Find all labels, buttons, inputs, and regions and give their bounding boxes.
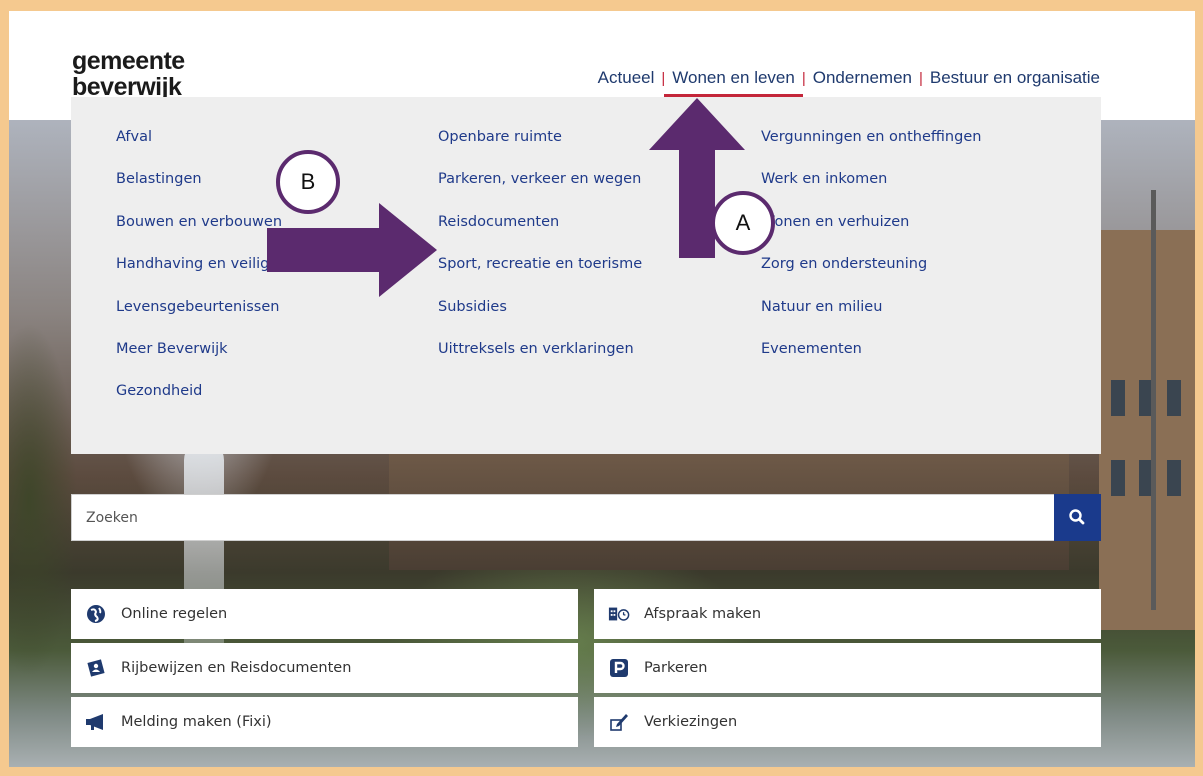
menu-link-parkeren-verkeer-en-wegen[interactable]: Parkeren, verkeer en wegen [438,169,642,211]
hero-lamp-pole [1151,190,1156,610]
menu-link-sport-recreatie-en-toerisme[interactable]: Sport, recreatie en toerisme [438,254,642,296]
id-card-icon [85,657,107,679]
quicklink-label: Afspraak maken [644,606,762,622]
menu-link-gezondheid[interactable]: Gezondheid [116,381,301,423]
nav-separator: | [918,69,923,87]
menu-link-zorg-en-ondersteuning[interactable]: Zorg en ondersteuning [761,254,981,296]
nav-item-bestuur-en-organisatie[interactable]: Bestuur en organisatie [930,68,1100,88]
nav-separator: | [661,69,666,87]
quicklink-afspraak-maken[interactable]: Afspraak maken [594,589,1101,639]
building-window [1111,380,1125,416]
search-bar [71,494,1101,541]
menu-link-natuur-en-milieu[interactable]: Natuur en milieu [761,297,981,339]
quicklink-online-regelen[interactable]: Online regelen [71,589,578,639]
parking-icon [608,657,630,679]
quicklink-parkeren[interactable]: Parkeren [594,643,1101,693]
quicklink-rijbewijzen-en-reisdocumenten[interactable]: Rijbewijzen en Reisdocumenten [71,643,578,693]
nav-separator: | [801,69,806,87]
menu-column-2: Openbare ruimte Parkeren, verkeer en weg… [438,127,642,381]
megaphone-icon [85,711,107,733]
annotation-label-b: B [276,150,340,214]
hero-tree [9,300,79,720]
screenshot-frame: gemeente beverwijk Actueel | Wonen en le… [0,0,1203,776]
quicklink-label: Rijbewijzen en Reisdocumenten [121,660,352,676]
menu-link-werk-en-inkomen[interactable]: Werk en inkomen [761,169,981,211]
menu-link-meer-beverwijk[interactable]: Meer Beverwijk [116,339,301,381]
menu-link-evenementen[interactable]: Evenementen [761,339,981,381]
nav-item-ondernemen[interactable]: Ondernemen [813,68,912,88]
menu-link-subsidies[interactable]: Subsidies [438,297,642,339]
quicklink-label: Melding maken (Fixi) [121,714,272,730]
menu-link-uittreksels-en-verklaringen[interactable]: Uittreksels en verklaringen [438,339,642,381]
building-window [1167,380,1181,416]
logo-line-1: gemeente [72,47,185,75]
search-button[interactable] [1054,494,1101,541]
quicklink-label: Online regelen [121,606,228,622]
annotation-label-a: A [711,191,775,255]
annotation-arrow-b [267,203,437,297]
menu-link-levensgebeurtenissen[interactable]: Levensgebeurtenissen [116,297,301,339]
ballot-pen-icon [608,711,630,733]
nav-item-wonen-en-leven[interactable]: Wonen en leven [664,68,803,97]
menu-link-vergunningen-en-ontheffingen[interactable]: Vergunningen en ontheffingen [761,127,981,169]
calendar-clock-icon [608,603,630,625]
menu-link-afval[interactable]: Afval [116,127,301,169]
mega-menu: Afval Belastingen Bouwen en verbouwen Ha… [71,97,1101,454]
menu-link-openbare-ruimte[interactable]: Openbare ruimte [438,127,642,169]
quicklink-verkiezingen[interactable]: Verkiezingen [594,697,1101,747]
nav-item-actueel[interactable]: Actueel [598,68,655,88]
menu-link-reisdocumenten[interactable]: Reisdocumenten [438,212,642,254]
site-logo[interactable]: gemeente beverwijk [72,48,185,100]
quicklink-melding-maken-fixi[interactable]: Melding maken (Fixi) [71,697,578,747]
main-navigation: Actueel | Wonen en leven | Ondernemen | … [598,68,1100,97]
hero-building-right [1099,230,1195,630]
quicklink-label: Verkiezingen [644,714,738,730]
building-window [1167,460,1181,496]
menu-link-wonen-en-verhuizen[interactable]: Wonen en verhuizen [761,212,981,254]
building-window [1111,460,1125,496]
quicklink-label: Parkeren [644,660,708,676]
page: gemeente beverwijk Actueel | Wonen en le… [9,11,1195,767]
search-input[interactable] [72,495,1052,540]
search-icon [1069,509,1085,525]
globe-icon [85,603,107,625]
menu-column-3: Vergunningen en ontheffingen Werk en ink… [761,127,981,381]
